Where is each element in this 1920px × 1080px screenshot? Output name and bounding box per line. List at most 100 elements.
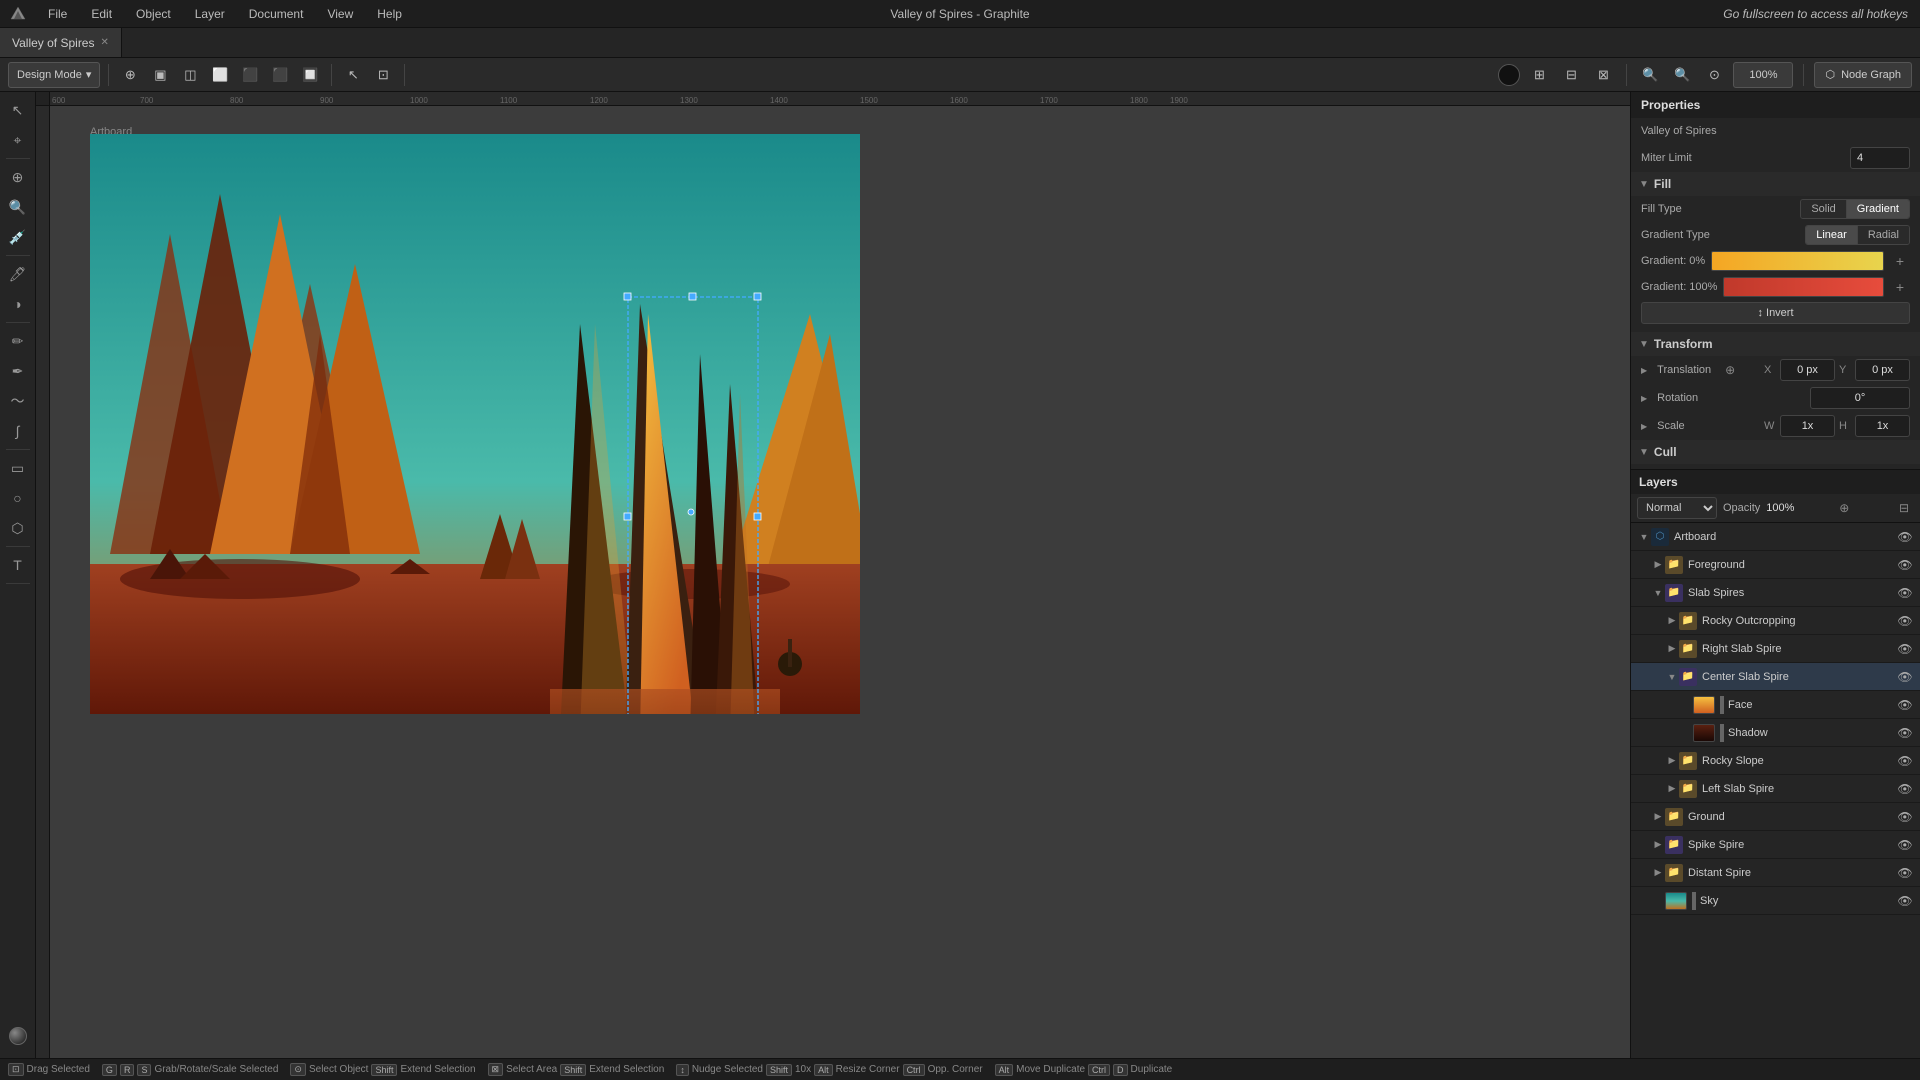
- tool-select[interactable]: ↖: [4, 96, 32, 124]
- layer-item-foreground[interactable]: ▶ 📁 Foreground 👁: [1631, 551, 1920, 579]
- spike-spire-eye-icon[interactable]: 👁: [1896, 836, 1914, 854]
- tool-freehand[interactable]: ✒: [4, 357, 32, 385]
- gradient-radial-btn[interactable]: Radial: [1858, 226, 1909, 244]
- blend-mode-select[interactable]: Normal: [1637, 497, 1717, 519]
- transform-section-header[interactable]: ▼ Transform: [1631, 332, 1920, 356]
- close-tab-icon[interactable]: ✕: [100, 37, 108, 48]
- shadow-eye-icon[interactable]: 👁: [1896, 724, 1914, 742]
- gradient-100-bar[interactable]: [1723, 277, 1884, 297]
- cull-section-header[interactable]: ▼ Cull: [1631, 440, 1920, 464]
- menu-document[interactable]: Document: [245, 5, 308, 23]
- gradient-0-bar[interactable]: [1711, 251, 1884, 271]
- translation-x-input[interactable]: [1780, 359, 1835, 381]
- fill-gradient-btn[interactable]: Gradient: [1847, 200, 1909, 218]
- boolean-btn[interactable]: ◫: [177, 62, 203, 88]
- layer-item-center-slab-spire[interactable]: ▼ 📁 Center Slab Spire 👁: [1631, 663, 1920, 691]
- sky-eye-icon[interactable]: 👁: [1896, 892, 1914, 910]
- tab-valley-of-spires[interactable]: Valley of Spires ✕: [0, 28, 122, 57]
- fill-section-header[interactable]: ▼ Fill: [1631, 172, 1920, 196]
- menu-edit[interactable]: Edit: [87, 5, 116, 23]
- select-btn[interactable]: ↖: [340, 62, 366, 88]
- snapping-btn[interactable]: ⊡: [370, 62, 396, 88]
- zoom-out-btn[interactable]: 🔍: [1637, 62, 1663, 88]
- zoom-fit-btn[interactable]: ⊙: [1701, 62, 1727, 88]
- layer-item-distant-spire[interactable]: ▶ 📁 Distant Spire 👁: [1631, 859, 1920, 887]
- layer-item-artboard[interactable]: ▼ ⬡ Artboard 👁: [1631, 523, 1920, 551]
- face-eye-icon[interactable]: 👁: [1896, 696, 1914, 714]
- flatten-btn[interactable]: ⬜: [207, 62, 233, 88]
- layer-item-right-slab-spire[interactable]: ▶ 📁 Right Slab Spire 👁: [1631, 635, 1920, 663]
- tool-text[interactable]: T: [4, 551, 32, 579]
- arrange-btn[interactable]: ⬛: [237, 62, 263, 88]
- invert-btn[interactable]: ↕ Invert: [1641, 302, 1910, 324]
- layer-item-face[interactable]: ▶ Face 👁: [1631, 691, 1920, 719]
- layer-item-slab-spires[interactable]: ▼ 📁 Slab Spires 👁: [1631, 579, 1920, 607]
- menu-help[interactable]: Help: [373, 5, 406, 23]
- tool-pen[interactable]: ✏: [4, 327, 32, 355]
- tool-bezier[interactable]: ∫: [4, 417, 32, 445]
- left-slab-expand-icon[interactable]: ▶: [1665, 782, 1679, 796]
- slab-spires-expand-icon[interactable]: ▼: [1651, 586, 1665, 600]
- fill-solid-btn[interactable]: Solid: [1801, 200, 1846, 218]
- rocky-outcropping-expand-icon[interactable]: ▶: [1665, 614, 1679, 628]
- zoom-in-btn[interactable]: 🔍: [1669, 62, 1695, 88]
- scale-h-input[interactable]: [1855, 415, 1910, 437]
- spike-spire-expand-icon[interactable]: ▶: [1651, 838, 1665, 852]
- layer-item-shadow[interactable]: ▶ Shadow 👁: [1631, 719, 1920, 747]
- layers-add-icon[interactable]: ⊕: [1834, 498, 1854, 518]
- view-options-btn[interactable]: ⊞: [1526, 62, 1552, 88]
- layer-item-rocky-outcropping[interactable]: ▶ 📁 Rocky Outcropping 👁: [1631, 607, 1920, 635]
- foreground-eye-icon[interactable]: 👁: [1896, 556, 1914, 574]
- new-layer-btn[interactable]: ⊕: [117, 62, 143, 88]
- tool-navigate[interactable]: ⊕: [4, 163, 32, 191]
- node-graph-btn[interactable]: ⬡ Node Graph: [1814, 62, 1912, 88]
- left-slab-eye-icon[interactable]: 👁: [1896, 780, 1914, 798]
- tool-spiro[interactable]: 〜: [4, 387, 32, 415]
- tool-polygon[interactable]: ⬡: [4, 514, 32, 542]
- layer-item-left-slab-spire[interactable]: ▶ 📁 Left Slab Spire 👁: [1631, 775, 1920, 803]
- right-slab-expand-icon[interactable]: ▶: [1665, 642, 1679, 656]
- translation-link-icon[interactable]: ⊕: [1725, 363, 1735, 377]
- distant-spire-eye-icon[interactable]: 👁: [1896, 864, 1914, 882]
- group-btn[interactable]: ▣: [147, 62, 173, 88]
- ground-eye-icon[interactable]: 👁: [1896, 808, 1914, 826]
- tool-nodes[interactable]: ⌖: [4, 126, 32, 154]
- grid-btn[interactable]: ⊟: [1558, 62, 1584, 88]
- rocky-slope-expand-icon[interactable]: ▶: [1665, 754, 1679, 768]
- layer-item-ground[interactable]: ▶ 📁 Ground 👁: [1631, 803, 1920, 831]
- miter-limit-input[interactable]: [1850, 147, 1910, 169]
- rotation-input[interactable]: [1810, 387, 1910, 409]
- tool-zoom[interactable]: 🔍: [4, 193, 32, 221]
- translation-y-input[interactable]: [1855, 359, 1910, 381]
- extra-btn[interactable]: ⊠: [1590, 62, 1616, 88]
- zoom-display[interactable]: 100%: [1733, 62, 1793, 88]
- menu-view[interactable]: View: [323, 5, 357, 23]
- right-slab-eye-icon[interactable]: 👁: [1896, 640, 1914, 658]
- center-slab-expand-icon[interactable]: ▼: [1665, 670, 1679, 684]
- tool-color-picker[interactable]: [4, 1022, 32, 1050]
- color-swatch-black[interactable]: [1498, 64, 1520, 86]
- rocky-outcropping-eye-icon[interactable]: 👁: [1896, 612, 1914, 630]
- layers-delete-icon[interactable]: ⊟: [1894, 498, 1914, 518]
- foreground-expand-icon[interactable]: ▶: [1651, 558, 1665, 572]
- menu-layer[interactable]: Layer: [191, 5, 229, 23]
- tool-ellipse[interactable]: ○: [4, 484, 32, 512]
- gradient-linear-btn[interactable]: Linear: [1806, 226, 1858, 244]
- slab-spires-eye-icon[interactable]: 👁: [1896, 584, 1914, 602]
- tool-rect[interactable]: ▭: [4, 454, 32, 482]
- tool-gradient[interactable]: ◑: [4, 290, 32, 318]
- artboard-expand-icon[interactable]: ▼: [1637, 530, 1651, 544]
- menu-object[interactable]: Object: [132, 5, 175, 23]
- layer-item-sky[interactable]: ▶ Sky 👁: [1631, 887, 1920, 915]
- gradient-100-add[interactable]: +: [1890, 277, 1910, 297]
- mode-dropdown[interactable]: Design Mode ▾: [8, 62, 100, 88]
- scale-w-input[interactable]: [1780, 415, 1835, 437]
- layer-item-spike-spire[interactable]: ▶ 📁 Spike Spire 👁: [1631, 831, 1920, 859]
- distant-spire-expand-icon[interactable]: ▶: [1651, 866, 1665, 880]
- artboard-eye-icon[interactable]: 👁: [1896, 528, 1914, 546]
- center-slab-eye-icon[interactable]: 👁: [1896, 668, 1914, 686]
- gradient-0-add[interactable]: +: [1890, 251, 1910, 271]
- snap-btn[interactable]: 🔲: [297, 62, 323, 88]
- ground-expand-icon[interactable]: ▶: [1651, 810, 1665, 824]
- layer-item-rocky-slope[interactable]: ▶ 📁 Rocky Slope 👁: [1631, 747, 1920, 775]
